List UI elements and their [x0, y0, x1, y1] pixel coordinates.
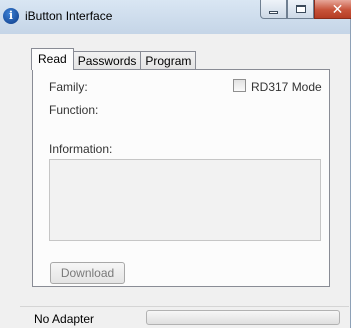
tab-passwords[interactable]: Passwords [72, 51, 142, 70]
adapter-status: No Adapter [34, 312, 95, 326]
close-button[interactable]: ✕ [314, 0, 351, 19]
title-bar[interactable]: i iButton Interface ✕ [0, 0, 351, 34]
app-window: i iButton Interface ✕ Read Passwords Pro… [0, 0, 351, 328]
minimize-button[interactable] [260, 0, 287, 19]
app-info-icon[interactable]: i [3, 8, 19, 24]
read-tab-panel: Family: Function: RD317 Mode Information… [32, 69, 330, 287]
progress-bar [146, 310, 340, 325]
tab-read[interactable]: Read [31, 48, 74, 70]
download-button[interactable]: Download [50, 262, 125, 284]
information-label: Information: [49, 142, 113, 156]
status-bar: No Adapter [20, 306, 349, 328]
family-label: Family: [49, 80, 88, 94]
close-icon: ✕ [331, 1, 344, 17]
function-label: Function: [49, 103, 99, 117]
maximize-button[interactable] [287, 0, 314, 19]
client-area: Read Passwords Program Family: Function:… [20, 34, 349, 328]
caption-buttons: ✕ [260, 0, 351, 20]
tab-program[interactable]: Program [140, 51, 197, 70]
window-title: iButton Interface [25, 9, 113, 23]
information-textbox[interactable] [49, 159, 321, 241]
rd317-mode-label[interactable]: RD317 Mode [251, 80, 322, 94]
rd317-mode-checkbox[interactable] [233, 79, 246, 92]
maximize-icon [295, 5, 306, 13]
minimize-icon [269, 10, 278, 14]
tab-strip: Read Passwords Program [31, 48, 197, 70]
